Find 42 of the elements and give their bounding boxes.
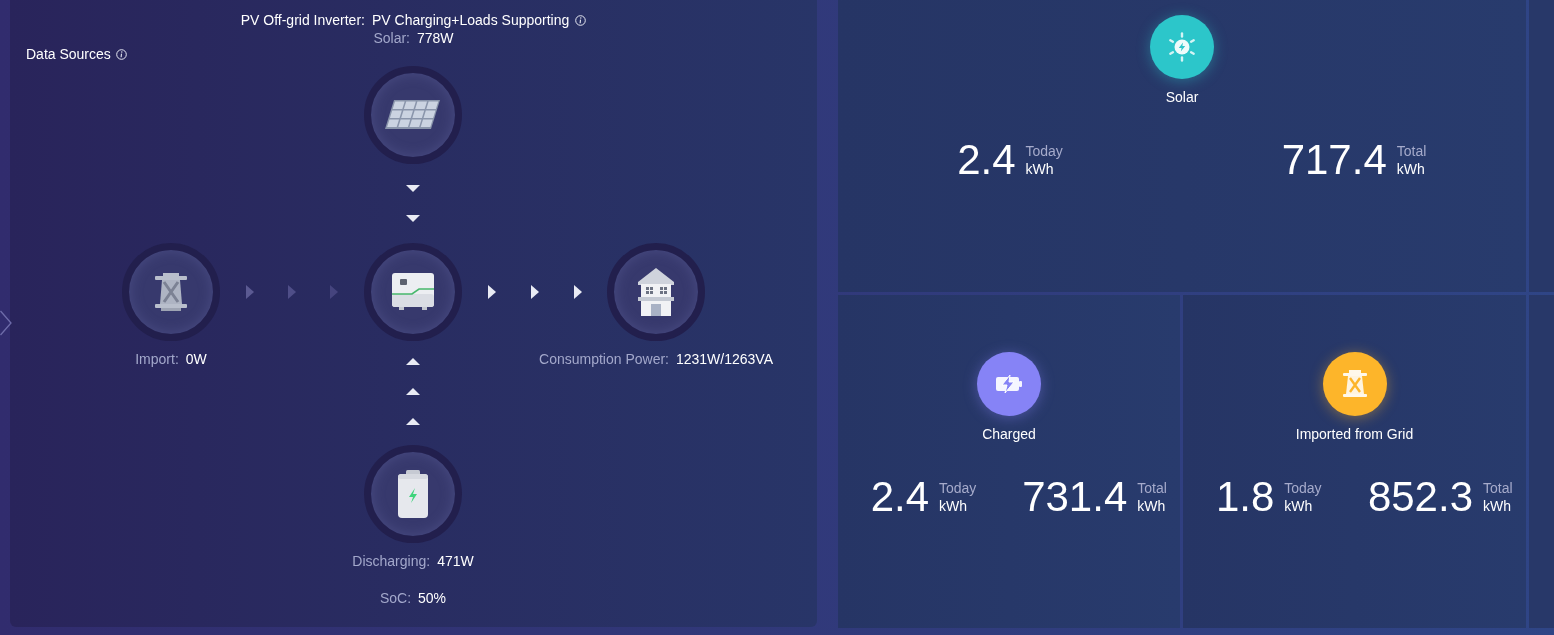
discharging-value: 471W — [437, 553, 474, 569]
section-title: Data Sources — [26, 46, 111, 62]
stat-unit: kWh — [1483, 497, 1512, 515]
import-label: Import: — [135, 351, 179, 367]
inverter-label: PV Off-grid Inverter: — [240, 12, 365, 28]
stat-value: 1.8 — [1215, 473, 1275, 521]
stat-caption: Total — [1137, 479, 1167, 497]
stat-caption: Total — [1483, 479, 1513, 497]
house-icon — [637, 268, 675, 316]
stat-caption: Today — [1284, 479, 1322, 497]
solar-power-value: 778W — [417, 30, 454, 46]
stat-caption: Total — [1396, 142, 1427, 160]
stat-label: Charged — [982, 426, 1036, 442]
inverter-icon — [392, 273, 434, 311]
stat-unit: kWh — [1025, 160, 1055, 178]
power-pylon-icon — [153, 273, 189, 311]
battery-icon — [398, 470, 428, 518]
inverter-mode-value: PV Charging+Loads Supporting — [371, 12, 570, 28]
consumption-value: 1231W/1263VA — [675, 351, 773, 367]
stat-value: 2.4 — [870, 473, 929, 521]
stat-unit: kWh — [1137, 497, 1167, 515]
soc-value: 50% — [418, 590, 447, 606]
stat-unit: kWh — [939, 497, 968, 515]
solar-panel-icon — [385, 100, 441, 130]
stat-caption: Today — [939, 479, 977, 497]
stat-unit: kWh — [1396, 160, 1426, 178]
chevron-right-icon[interactable] — [0, 310, 12, 336]
info-icon[interactable] — [115, 48, 127, 60]
stat-value: 717.4 — [1281, 136, 1387, 184]
discharging-label: Discharging: — [352, 553, 431, 569]
stat-value: 731.4 — [1022, 473, 1128, 521]
stat-label: Imported from Grid — [1295, 426, 1414, 442]
import-value: 0W — [185, 351, 207, 367]
stat-unit: kWh — [1284, 497, 1314, 515]
stat-caption: Today — [1025, 142, 1063, 160]
info-icon[interactable] — [575, 14, 587, 26]
solar-power-label: Solar: — [373, 30, 410, 46]
soc-label: SoC: — [379, 590, 412, 606]
consumption-label: Consumption Power: — [539, 351, 669, 367]
stat-value: 2.4 — [957, 136, 1016, 184]
stat-label: Solar — [1165, 89, 1199, 105]
stat-value: 852.3 — [1367, 473, 1473, 521]
